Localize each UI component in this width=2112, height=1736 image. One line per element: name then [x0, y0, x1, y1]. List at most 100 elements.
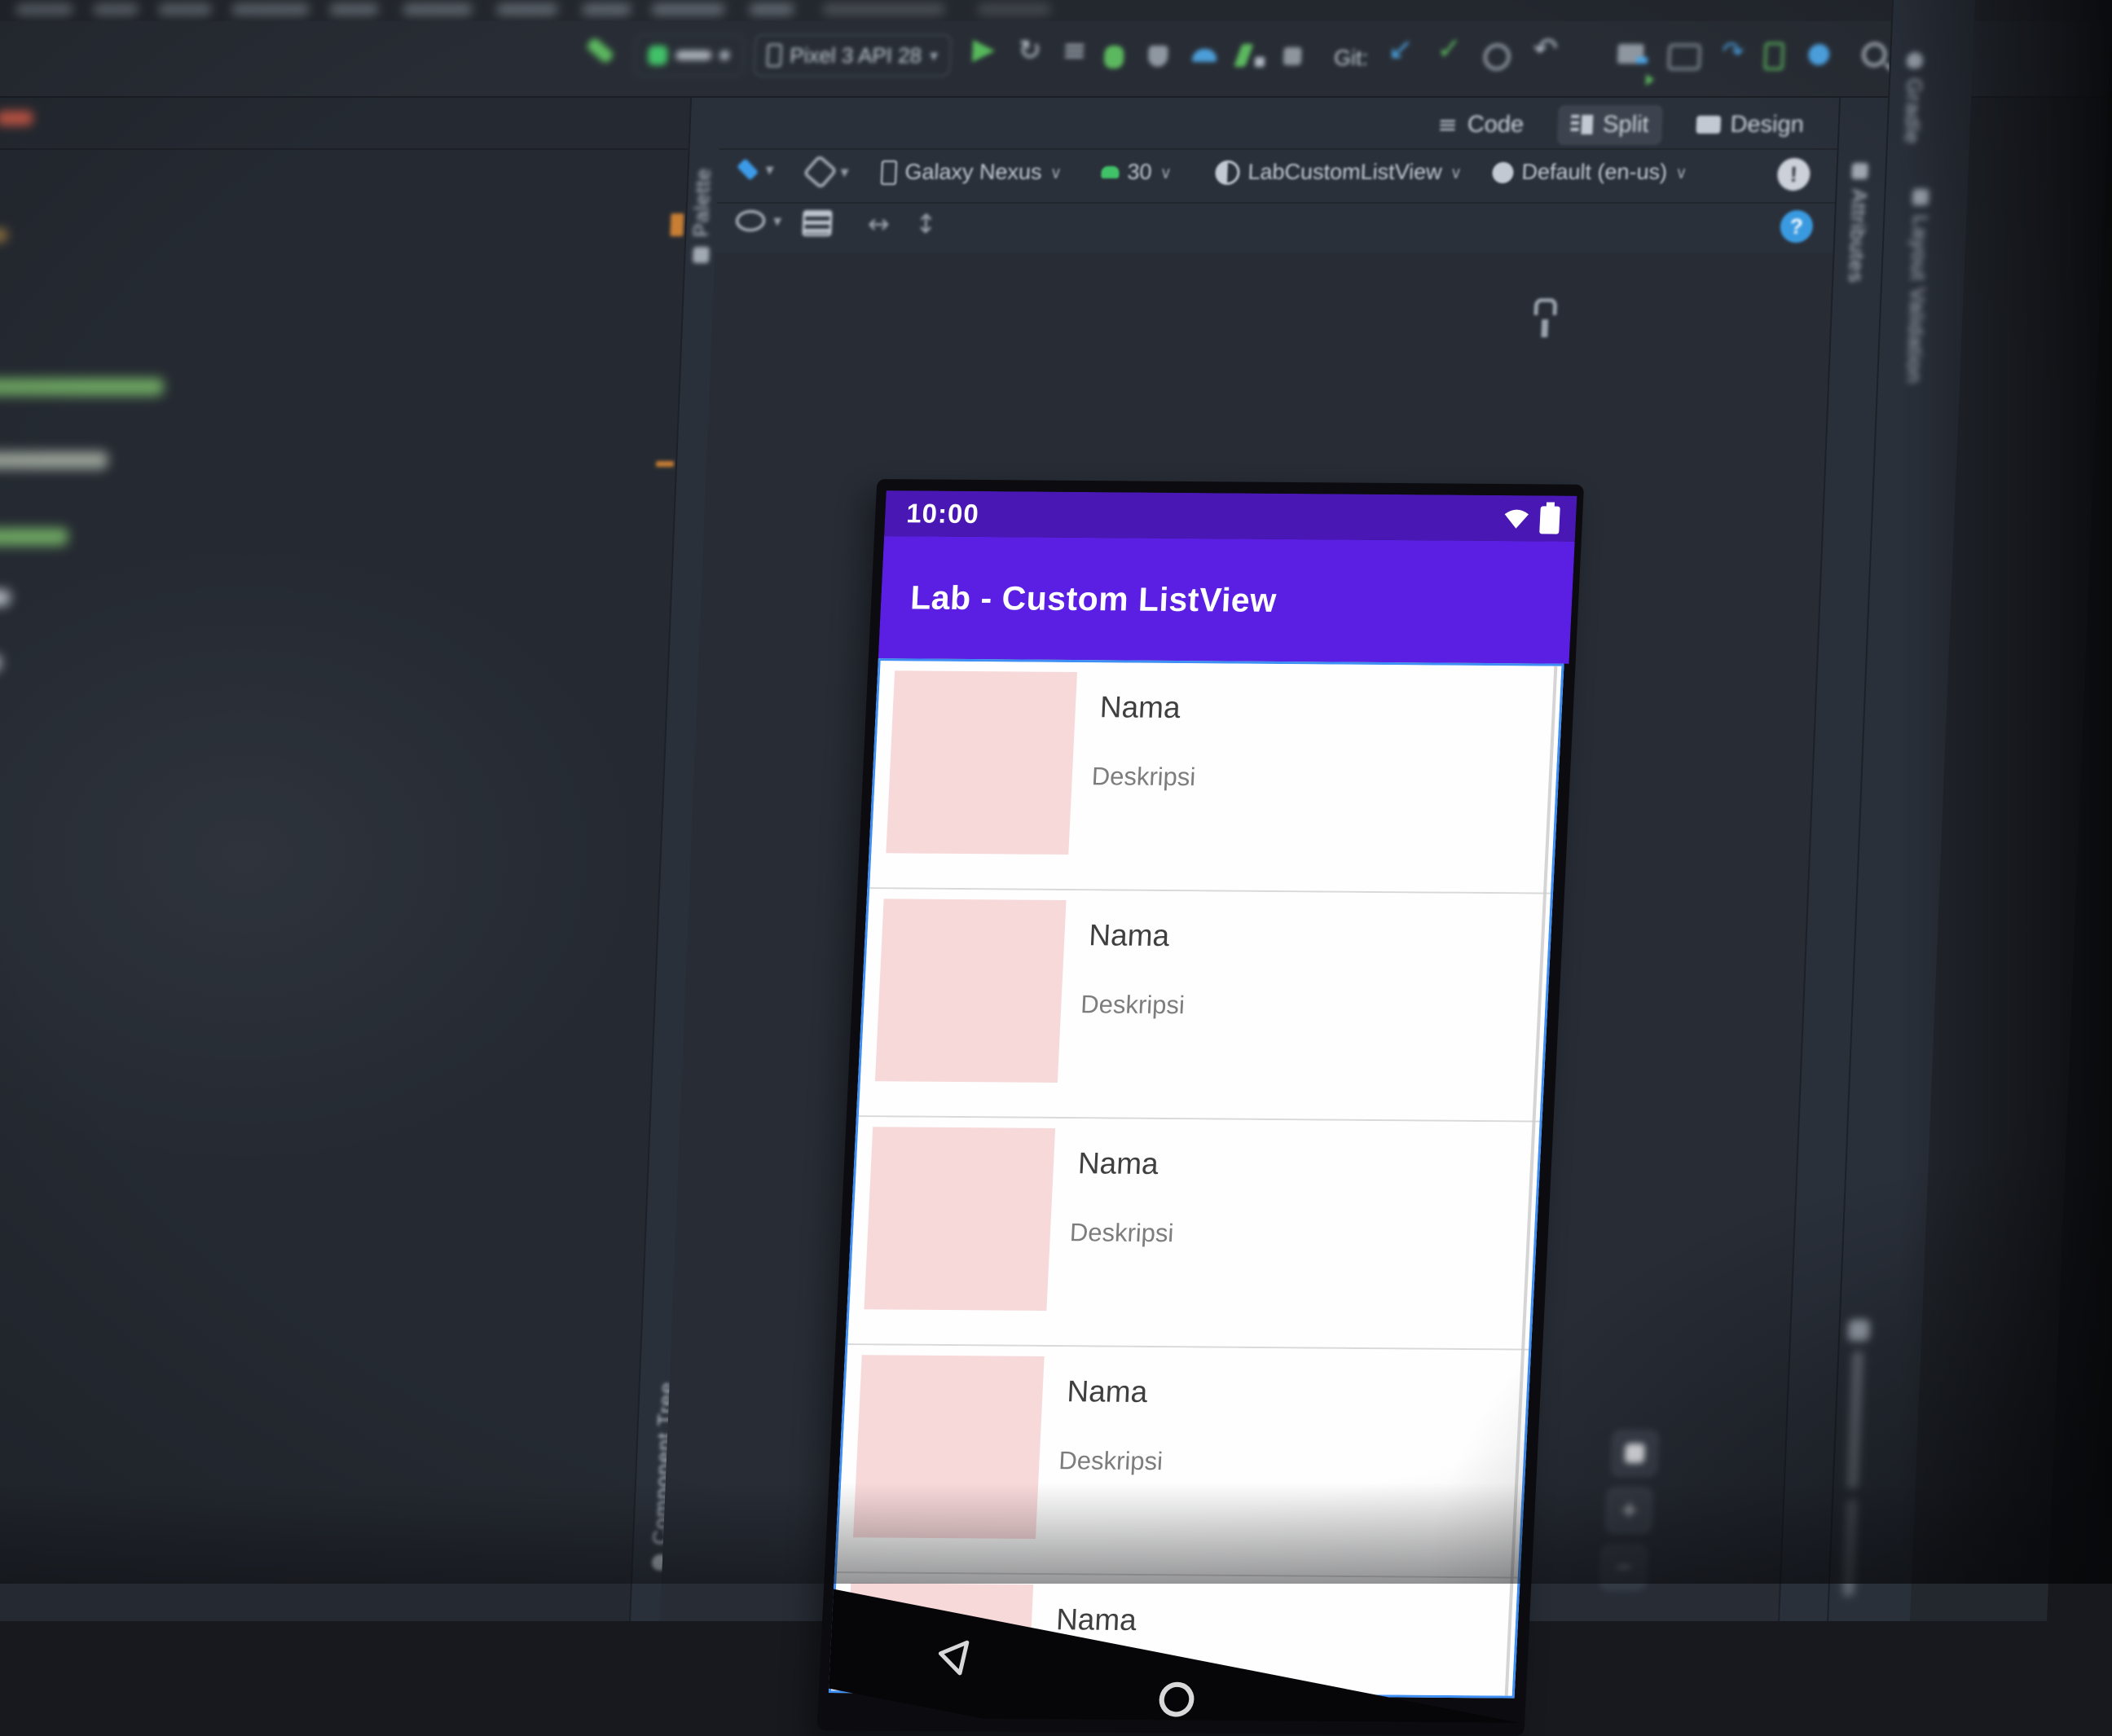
split-icon [1570, 115, 1594, 134]
item-name: Nama [1098, 690, 1181, 725]
api-version-selector[interactable]: 30 ∨ [1101, 160, 1173, 185]
android-studio-window: Pixel 3 API 28 ▾ ▶ ↻ ≡ Git: ↙ ✓ ↶ ↷ Pale… [0, 0, 2112, 1736]
sync-project-icon[interactable]: ↷ [1722, 36, 1745, 67]
item-name: Nama [1077, 1146, 1159, 1181]
tab-code-label: Code [1467, 111, 1525, 138]
list-item[interactable]: Nama Deskripsi [858, 889, 1551, 1123]
android-icon [1101, 166, 1120, 178]
module-selector[interactable] [634, 34, 746, 77]
stop-button[interactable] [1283, 47, 1302, 68]
item-description: Deskripsi [1058, 1446, 1164, 1476]
palette-tab-label: Palette [689, 168, 715, 237]
device-manager-icon[interactable] [1763, 42, 1784, 73]
zoom-to-fit-button[interactable] [1611, 1431, 1659, 1476]
view-options[interactable]: ▾ [735, 210, 782, 231]
project-folder-icon[interactable] [1617, 44, 1648, 67]
view-options-toolbar: ▾ ↔ ↕ ? [715, 202, 1836, 254]
chevron-down-icon: ∨ [1450, 162, 1463, 182]
image-placeholder [852, 1355, 1045, 1539]
orientation-selector[interactable]: ▾ [803, 154, 849, 190]
tab-design[interactable]: Design [1683, 105, 1818, 145]
code-icon: ≡ [1437, 111, 1459, 138]
home-button[interactable] [1152, 1675, 1202, 1723]
file-tab[interactable] [0, 111, 33, 125]
debug-bug-icon[interactable] [1103, 46, 1124, 72]
phone-icon [880, 160, 898, 185]
phone-screen: 10:00 Lab - Custom ListView Nama Deskrips… [827, 490, 1577, 1723]
tab-split[interactable]: Split [1557, 104, 1663, 145]
attach-debugger-icon[interactable] [1147, 46, 1168, 70]
apply-changes-icon[interactable] [1234, 44, 1265, 70]
gradle-icon [1906, 52, 1923, 68]
warning-badge[interactable]: ! [1776, 158, 1811, 191]
run-list-icon[interactable]: ≡ [1062, 34, 1088, 68]
layout-variants-icon[interactable] [802, 210, 833, 236]
app-title: Lab - Custom ListView [909, 578, 1278, 619]
list-item[interactable]: Nama Deskripsi [836, 1345, 1529, 1579]
chevron-down-icon: ∨ [1674, 162, 1688, 182]
orientation-horizontal-icon[interactable]: ↔ [867, 209, 890, 240]
api-version-label: 30 [1126, 160, 1153, 184]
device-selector[interactable]: Pixel 3 API 28 ▾ [753, 34, 953, 77]
editor-mode-tabs: ≡ Code Split Design [1424, 104, 1818, 145]
tab-design-label: Design [1729, 111, 1805, 138]
design-canvas[interactable]: 10:00 Lab - Custom ListView Nama Deskrips… [660, 253, 1833, 1736]
device-file-explorer-tab[interactable] [1837, 1320, 1870, 1597]
run-button[interactable]: ▶ [972, 33, 996, 66]
back-button[interactable] [930, 1632, 976, 1681]
design-toolbar: ▾ ▾ Galaxy Nexus ∨ 30 ∨ LabCustomListVie… [716, 148, 1837, 204]
undo-icon[interactable]: ↶ [1533, 33, 1559, 66]
build-hammer-icon[interactable] [585, 36, 615, 65]
palette-tab[interactable]: Palette [689, 168, 716, 263]
locale-selector[interactable]: Default (en-us) ∨ [1491, 160, 1688, 185]
status-time: 10:00 [905, 498, 980, 529]
design-panel: ≡ Code Split Design ▾ ▾ Galaxy Nexus ∨ 3… [660, 98, 1840, 1736]
chevron-down-icon: ▾ [929, 46, 939, 65]
profiler-gauge-icon[interactable] [1191, 49, 1217, 65]
theme-label: LabCustomListView [1247, 160, 1443, 184]
battery-icon [1539, 501, 1560, 534]
recents-button[interactable] [1374, 1718, 1422, 1723]
item-name: Nama [1055, 1602, 1137, 1637]
sdk-manager-icon[interactable] [1807, 44, 1830, 68]
layout-validation-tab-label: Layout Validation [1902, 215, 1932, 384]
listview[interactable]: Nama Deskripsi Nama Deskripsi Nama Deskripsi N… [828, 658, 1564, 1699]
history-clock-icon[interactable] [1483, 44, 1511, 73]
zoom-in-button[interactable]: + [1605, 1488, 1653, 1533]
device-for-preview[interactable]: Galaxy Nexus ∨ [880, 160, 1063, 185]
gradle-tab[interactable]: Gradle [1899, 52, 1927, 144]
layout-validation-tab[interactable]: Layout Validation [1890, 189, 1945, 384]
design-icon [1696, 116, 1722, 134]
gradle-tab-label: Gradle [1899, 78, 1926, 145]
globe-icon [1491, 161, 1515, 183]
image-placeholder [874, 899, 1067, 1083]
theme-selector[interactable]: LabCustomListView ∨ [1214, 160, 1463, 185]
rerun-icon[interactable]: ↻ [1018, 34, 1042, 67]
app-module-icon [647, 46, 668, 65]
design-surface-selector[interactable]: ▾ [737, 158, 774, 181]
item-description: Deskripsi [1069, 1218, 1175, 1248]
locale-label: Default (en-us) [1520, 160, 1668, 184]
layers-icon [737, 158, 759, 181]
git-commit-icon[interactable]: ✓ [1437, 33, 1463, 66]
editor-warning-mark [670, 213, 684, 236]
code-editor[interactable] [0, 98, 691, 1621]
list-item[interactable]: Nama Deskripsi [847, 1117, 1540, 1351]
run-window-icon[interactable] [1645, 44, 1701, 89]
help-button[interactable]: ? [1780, 210, 1814, 243]
status-bar: 10:00 [884, 490, 1577, 542]
list-item[interactable]: Nama Deskripsi [869, 661, 1562, 894]
palette-icon [692, 246, 710, 263]
orientation-vertical-icon[interactable]: ↕ [914, 209, 937, 240]
phone-preview[interactable]: 10:00 Lab - Custom ListView Nama Deskrips… [816, 479, 1585, 1736]
search-icon[interactable] [1861, 42, 1894, 72]
editor-warning-mark [655, 461, 675, 467]
eye-icon [735, 210, 766, 231]
tab-code[interactable]: ≡ Code [1424, 104, 1538, 145]
git-update-icon[interactable]: ↙ [1388, 33, 1414, 66]
item-name: Nama [1066, 1374, 1149, 1409]
wrench-icon [1533, 298, 1558, 337]
attributes-tab[interactable]: Attributes [1843, 163, 1872, 283]
layout-validation-icon [1912, 189, 1929, 205]
theme-icon [1214, 160, 1241, 185]
